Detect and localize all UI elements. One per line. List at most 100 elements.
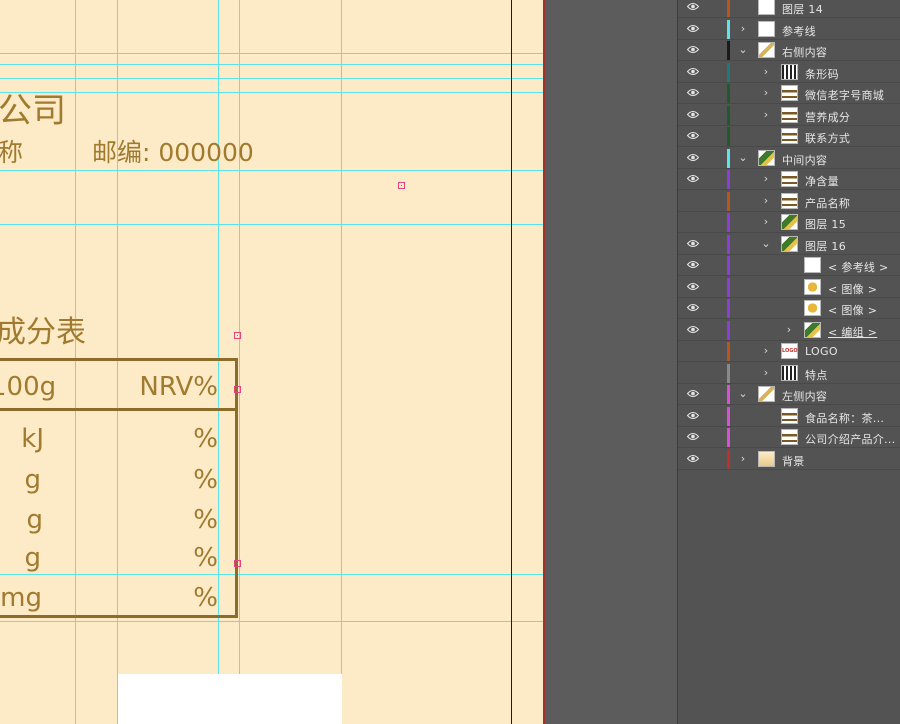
layer-row[interactable]: < 图像 >	[678, 298, 900, 319]
layer-row[interactable]: › 营养成分	[678, 105, 900, 126]
eye-icon[interactable]	[687, 303, 699, 312]
chevron-right-icon[interactable]: ›	[738, 22, 748, 36]
layer-row[interactable]: › LOGO	[678, 341, 900, 362]
table-cell-nrv[interactable]: %	[120, 467, 218, 493]
table-cell-unit[interactable]: g	[0, 545, 41, 571]
selection-handle[interactable]	[234, 386, 241, 393]
layer-name: < 参考线 >	[828, 261, 889, 274]
nutrition-table-title[interactable]: 成分表	[0, 318, 86, 348]
table-header-right[interactable]: NRV%	[120, 374, 218, 400]
eye-icon[interactable]	[687, 454, 699, 463]
layer-name: 背景	[782, 454, 805, 468]
layer-name: 微信老字号商城	[805, 89, 885, 102]
table-cell-nrv[interactable]: %	[120, 545, 218, 571]
layer-row[interactable]: ⌄ 图层 16	[678, 234, 900, 255]
layer-row[interactable]: › 特点	[678, 363, 900, 384]
eye-icon[interactable]	[687, 217, 699, 226]
table-cell-nrv[interactable]: %	[120, 426, 218, 452]
table-cell-nrv[interactable]: %	[120, 585, 218, 611]
eye-icon[interactable]	[687, 2, 699, 11]
layer-name: < 图像 >	[828, 304, 878, 317]
chevron-right-icon[interactable]: ›	[761, 108, 771, 122]
eye-icon[interactable]	[687, 174, 699, 183]
selection-handle[interactable]	[234, 332, 241, 339]
chevron-right-icon[interactable]: ›	[761, 344, 771, 358]
eye-icon[interactable]	[687, 432, 699, 441]
layer-row[interactable]: < 图像 >	[678, 277, 900, 298]
eye-icon[interactable]	[687, 131, 699, 140]
layer-row[interactable]: › 背景	[678, 449, 900, 470]
eye-icon[interactable]	[687, 239, 699, 248]
eye-icon[interactable]	[687, 346, 699, 355]
chevron-right-icon[interactable]: ›	[738, 452, 748, 466]
eye-icon[interactable]	[687, 260, 699, 269]
layer-row[interactable]: ⌄ 右侧内容	[678, 40, 900, 61]
eye-icon[interactable]	[687, 67, 699, 76]
eye-icon[interactable]	[687, 153, 699, 162]
table-cell-unit[interactable]: kJ	[0, 426, 44, 452]
eye-icon[interactable]	[687, 196, 699, 205]
layer-name: 参考线	[782, 24, 816, 38]
eye-icon[interactable]	[687, 45, 699, 54]
chevron-down-icon[interactable]: ⌄	[738, 151, 748, 165]
artboard-canvas[interactable]: 公司 称 邮编: 000000 成分表 100g NRV% kJ % g % g…	[0, 0, 545, 724]
layers-panel: 图层 14 › 参考线 ⌄ 右侧内容 › 条形码 › 微信老字号商城 › 营养成分 联系方式 ⌄ 中间内容…	[677, 0, 900, 724]
layer-row[interactable]: › < 编组 >	[678, 320, 900, 341]
eye-icon[interactable]	[687, 24, 699, 33]
layer-row[interactable]: 公司介绍产品介...	[678, 427, 900, 448]
layer-row[interactable]: 联系方式	[678, 126, 900, 147]
eye-icon[interactable]	[687, 88, 699, 97]
layer-row[interactable]: › 图层 15	[678, 212, 900, 233]
layer-row[interactable]: › 产品名称	[678, 191, 900, 212]
selection-handle[interactable]	[234, 560, 241, 567]
layer-row[interactable]: < 参考线 >	[678, 255, 900, 276]
chevron-right-icon[interactable]: ›	[761, 65, 771, 79]
chevron-right-icon[interactable]: ›	[761, 172, 771, 186]
eye-icon[interactable]	[687, 368, 699, 377]
chevron-right-icon[interactable]: ›	[784, 323, 794, 337]
chevron-right-icon[interactable]: ›	[761, 86, 771, 100]
white-rectangle-shape[interactable]	[118, 674, 342, 724]
chevron-right-icon[interactable]: ›	[761, 194, 771, 208]
layer-thumbnail	[758, 386, 775, 402]
table-cell-unit[interactable]: g	[0, 507, 43, 533]
chevron-down-icon[interactable]: ⌄	[738, 387, 748, 401]
postcode-text[interactable]: 邮编: 000000	[92, 140, 254, 165]
layer-color-tag	[727, 191, 730, 211]
chevron-down-icon[interactable]: ⌄	[761, 237, 771, 251]
table-cell-nrv[interactable]: %	[120, 507, 218, 533]
layer-name: 图层 15	[805, 218, 846, 231]
layer-color-tag	[727, 127, 730, 146]
layer-row[interactable]: › 净含量	[678, 169, 900, 190]
layer-thumbnail	[781, 235, 798, 252]
company-text[interactable]: 公司	[0, 94, 66, 128]
layer-row[interactable]: ⌄ 左侧内容	[678, 384, 900, 405]
name-label[interactable]: 称	[0, 140, 23, 165]
table-cell-unit[interactable]: g	[0, 467, 41, 493]
layer-name: < 图像 >	[828, 282, 878, 296]
chevron-right-icon[interactable]: ›	[761, 366, 771, 380]
table-header-left[interactable]: 100g	[0, 374, 56, 400]
layer-row[interactable]: › 条形码	[678, 62, 900, 83]
table-cell-unit[interactable]: mg	[0, 585, 42, 611]
layer-row[interactable]: › 参考线	[678, 19, 900, 40]
layer-thumbnail	[804, 300, 821, 316]
layer-thumbnail	[758, 0, 775, 15]
layer-color-tag	[727, 299, 730, 318]
layer-name: 左侧内容	[782, 390, 828, 403]
eye-icon[interactable]	[687, 389, 699, 398]
layer-name: 中间内容	[782, 153, 828, 167]
chevron-right-icon[interactable]: ›	[761, 215, 771, 229]
layer-row[interactable]: 食品名称：茶...	[678, 406, 900, 427]
eye-icon[interactable]	[687, 325, 699, 334]
anchor-point-handle[interactable]	[398, 182, 405, 189]
eye-icon[interactable]	[687, 411, 699, 420]
eye-icon[interactable]	[687, 282, 699, 291]
layer-row[interactable]: 图层 14	[678, 0, 900, 18]
eye-icon[interactable]	[687, 110, 699, 119]
chevron-down-icon[interactable]: ⌄	[738, 43, 748, 57]
layer-row[interactable]: ⌄ 中间内容	[678, 148, 900, 169]
layer-row[interactable]: › 微信老字号商城	[678, 83, 900, 104]
layer-color-tag	[727, 0, 730, 17]
layer-name: 公司介绍产品介...	[805, 433, 896, 446]
